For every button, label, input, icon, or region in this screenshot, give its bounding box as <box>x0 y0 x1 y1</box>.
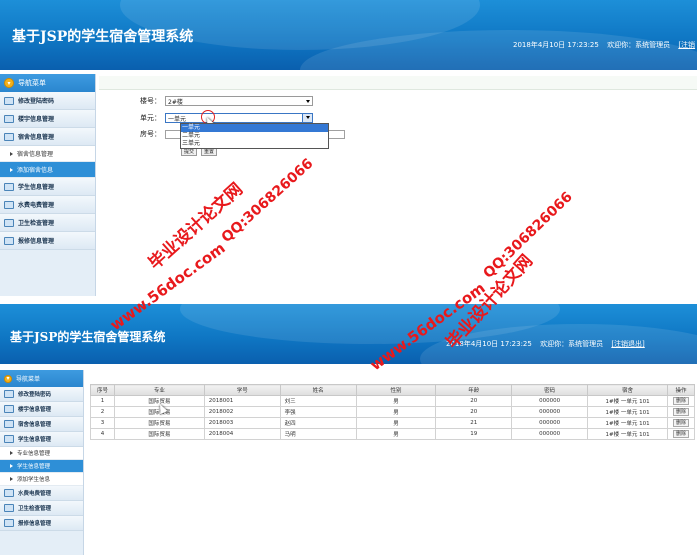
logout-link[interactable]: [注销退出] <box>611 340 644 348</box>
reset-button[interactable]: 重置 <box>201 148 218 156</box>
table-row: 2 国际贸易 2018002 李强男 20 000000 1#楼 一单元 101 删除 <box>90 406 696 418</box>
logout-link[interactable]: [注销 <box>678 41 695 49</box>
col-header: 密码 <box>511 384 589 396</box>
col-header: 序号 <box>90 384 115 396</box>
submit-button[interactable]: 提交 <box>181 148 198 156</box>
app-title-bottom: 基于JSP的学生宿舍管理系统 <box>10 330 166 344</box>
sidebar-item-hygiene[interactable]: 卫生检查管理 <box>0 214 95 232</box>
building-row: 楼号： 2#楼 <box>99 96 313 106</box>
room-label: 房号： <box>140 130 161 138</box>
sidebar-item-utilities[interactable]: 水费电费管理 <box>0 486 83 501</box>
menu-icon <box>4 390 14 398</box>
menu-icon <box>4 132 14 141</box>
unit-option[interactable]: 一单元 <box>181 124 328 132</box>
unit-option[interactable]: 二单元 <box>181 132 328 140</box>
sidebar-item-dorms[interactable]: 宿舍信息管理 <box>0 417 83 432</box>
top-sidebar: ▾ 导航菜单 修改登陆密码 楼宇信息管理 宿舍信息管理 宿舍信息管理 添加宿舍信… <box>0 74 96 296</box>
menu-icon <box>4 236 14 245</box>
menu-icon <box>4 182 14 191</box>
menu-icon <box>4 504 14 512</box>
sidebar-item-repairs[interactable]: 报修信息管理 <box>0 232 95 250</box>
sidebar-sub-dorm-manage[interactable]: 宿舍信息管理 <box>0 146 95 162</box>
sidebar-item-students[interactable]: 学生信息管理 <box>0 178 95 196</box>
unit-label: 单元： <box>140 114 161 122</box>
header-info-bottom: 2018年4月10日 17:23:25 欢迎你：系统管理员 [注销退出] <box>446 339 645 349</box>
menu-icon <box>4 519 14 527</box>
sidebar-sub-add-dorm[interactable]: 添加宿舍信息 <box>0 162 95 178</box>
menu-icon <box>4 200 14 209</box>
nav-header: ▾ 导航菜单 <box>0 74 95 92</box>
bottom-header: 基于JSP的学生宿舍管理系统 2018年4月10日 17:23:25 欢迎你：系… <box>0 304 697 364</box>
delete-button[interactable]: 删除 <box>672 408 689 416</box>
welcome-text: 欢迎你：系统管理员 <box>607 41 671 49</box>
menu-icon <box>4 435 14 443</box>
menu-icon <box>4 218 14 227</box>
menu-icon <box>4 114 14 123</box>
col-header: 年龄 <box>435 384 513 396</box>
col-header: 操作 <box>666 384 696 396</box>
sidebar-item-change-password[interactable]: 修改登陆密码 <box>0 92 95 110</box>
menu-icon <box>4 405 14 413</box>
arrow-right-icon <box>10 464 13 468</box>
top-header: 基于JSP的学生宿舍管理系统 2018年4月10日 17:23:25 欢迎你：系… <box>0 0 697 70</box>
sidebar-sub-student-manage[interactable]: 学生信息管理 <box>0 460 83 473</box>
nav-toggle-icon[interactable]: ▾ <box>4 374 12 383</box>
table-row: 3 国际贸易 2018003 赵四男 21 000000 1#楼 一单元 101 删除 <box>90 417 696 429</box>
menu-icon <box>4 489 14 497</box>
chevron-down-icon <box>306 100 310 103</box>
sidebar-item-hygiene[interactable]: 卫生检查管理 <box>0 501 83 516</box>
unit-option[interactable]: 三单元 <box>181 140 328 148</box>
sidebar-sub-add-student[interactable]: 添加学生信息 <box>0 473 83 486</box>
menu-icon <box>4 420 14 428</box>
menu-icon <box>4 96 14 105</box>
building-label: 楼号： <box>140 97 161 105</box>
arrow-right-icon <box>10 451 13 455</box>
chevron-down-icon <box>302 114 312 122</box>
sidebar-item-repairs[interactable]: 报修信息管理 <box>0 516 83 531</box>
nav-toggle-icon[interactable]: ▾ <box>4 78 14 88</box>
col-header: 学号 <box>203 384 281 396</box>
unit-dropdown-list: 一单元 二单元 三单元 <box>180 123 329 149</box>
table-header-row: 序号 专业 学号 姓名 性别 年龄 密码 宿舍 操作 <box>90 384 696 396</box>
bottom-sidebar: ▾ 导航菜单 修改登陆密码 楼宇信息管理 宿舍信息管理 学生信息管理 专业信息管… <box>0 370 84 555</box>
arrow-right-icon <box>10 477 13 481</box>
sidebar-item-dorms[interactable]: 宿舍信息管理 <box>0 128 95 146</box>
delete-button[interactable]: 删除 <box>672 397 689 405</box>
col-header: 性别 <box>355 384 437 396</box>
arrow-right-icon <box>10 167 13 172</box>
table-row: 4 国际贸易 2018004 马明男 19 000000 1#楼 一单元 101 删除 <box>90 428 696 440</box>
sidebar-item-buildings[interactable]: 楼宇信息管理 <box>0 402 83 417</box>
col-header: 姓名 <box>279 384 357 396</box>
sidebar-item-students[interactable]: 学生信息管理 <box>0 432 83 447</box>
student-table: 序号 专业 学号 姓名 性别 年龄 密码 宿舍 操作 1 国际贸易 2018001 … <box>90 384 696 440</box>
building-select[interactable]: 2#楼 <box>165 96 313 106</box>
unit-select[interactable]: 一单元 <box>165 113 313 123</box>
welcome-text: 欢迎你：系统管理员 <box>540 340 604 348</box>
nav-header: ▾ 导航菜单 <box>0 370 83 387</box>
app-title: 基于JSP的学生宿舍管理系统 <box>12 29 194 45</box>
datetime: 2018年4月10日 17:23:25 <box>513 41 599 49</box>
form-toolbar <box>99 76 697 90</box>
sidebar-item-buildings[interactable]: 楼宇信息管理 <box>0 110 95 128</box>
sidebar-item-change-password[interactable]: 修改登陆密码 <box>0 387 83 402</box>
delete-button[interactable]: 删除 <box>672 430 689 438</box>
col-header: 宿舍 <box>587 384 668 396</box>
sidebar-sub-majors[interactable]: 专业信息管理 <box>0 447 83 460</box>
col-header: 专业 <box>113 384 205 396</box>
sidebar-item-utilities[interactable]: 水费电费管理 <box>0 196 95 214</box>
table-row: 1 国际贸易 2018001 刘三男 20 000000 1#楼 一单元 101 删除 <box>90 395 696 407</box>
header-info: 2018年4月10日 17:23:25 欢迎你：系统管理员 [注销 <box>513 40 695 50</box>
arrow-right-icon <box>10 151 13 156</box>
delete-button[interactable]: 删除 <box>672 419 689 427</box>
